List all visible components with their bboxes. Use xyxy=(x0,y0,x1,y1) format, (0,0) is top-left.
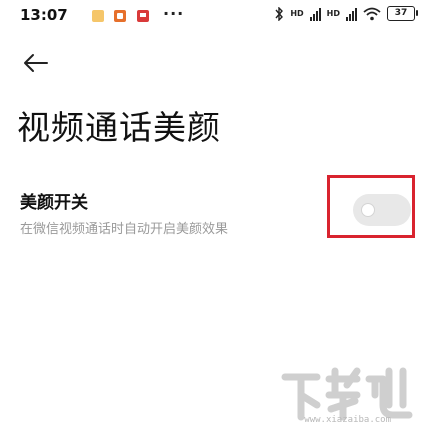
setting-title: 美颜开关 xyxy=(20,193,88,213)
beauty-toggle[interactable] xyxy=(353,194,411,226)
battery-icon: 37 xyxy=(387,6,418,21)
bluetooth-icon xyxy=(275,6,284,21)
notification-icon xyxy=(92,10,104,22)
back-button[interactable] xyxy=(18,48,52,78)
arrow-left-icon xyxy=(24,54,48,72)
signal-label: HD xyxy=(290,9,304,18)
watermark-url: www.xiazaiba.com xyxy=(304,415,391,425)
signal-label: HD xyxy=(326,9,340,18)
notification-icon xyxy=(114,10,126,22)
signal-icon xyxy=(309,7,321,21)
watermark-logo: www.xiazaiba.com xyxy=(277,365,417,425)
status-bar: 13:07 ··· HD HD 37 xyxy=(0,0,431,32)
status-time: 13:07 xyxy=(20,6,68,24)
wifi-icon xyxy=(363,7,381,20)
toggle-knob xyxy=(361,203,375,217)
signal-icon xyxy=(346,7,357,21)
page-title: 视频通话美颜 xyxy=(17,108,221,147)
system-icons: HD HD 37 xyxy=(274,6,418,21)
setting-description: 在微信视频通话时自动开启美颜效果 xyxy=(20,222,229,237)
setting-row-beauty[interactable]: 美颜开关 在微信视频通话时自动开启美颜效果 xyxy=(0,170,431,250)
more-notifications-icon: ··· xyxy=(163,4,185,23)
notification-icon xyxy=(137,10,149,22)
